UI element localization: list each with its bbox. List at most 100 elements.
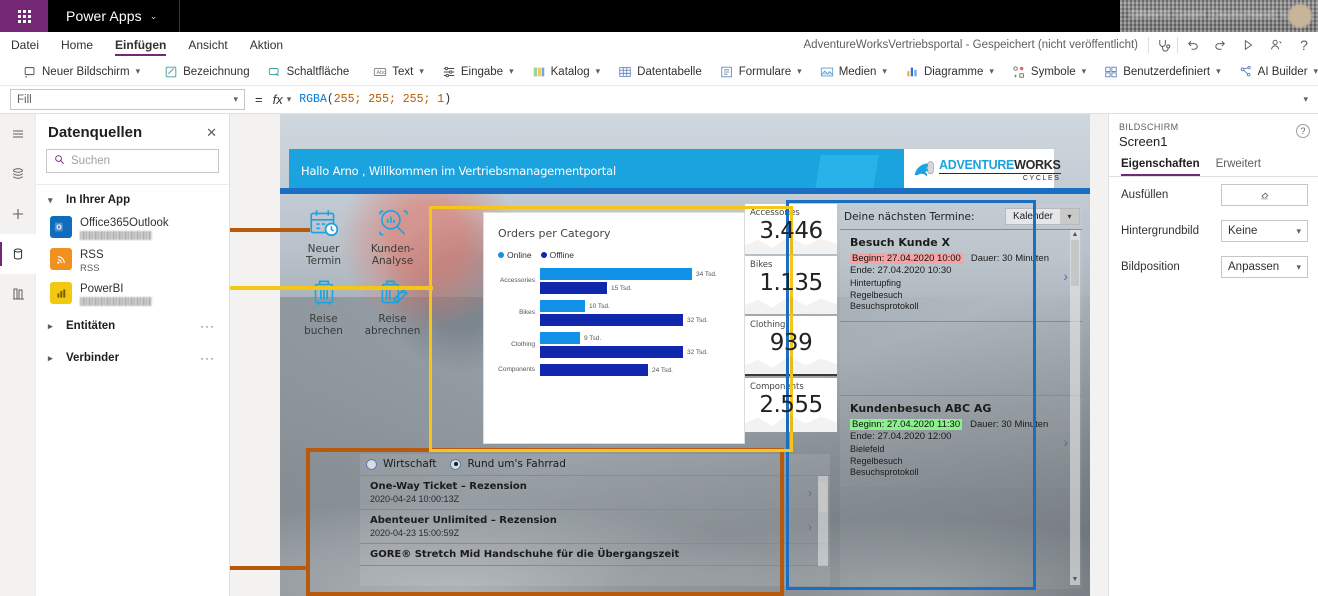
ribbon-medien[interactable]: Medien ▾ bbox=[811, 60, 896, 84]
data-sources-icon[interactable] bbox=[0, 234, 36, 274]
brand-chevron-down-icon[interactable]: ⌄ bbox=[150, 11, 158, 22]
calendar-event-list[interactable]: Besuch Kunde X Beginn: 27.04.2020 10:00 … bbox=[840, 229, 1082, 585]
share-user-icon[interactable] bbox=[1262, 32, 1290, 58]
scroll-up-icon[interactable]: ▲ bbox=[1070, 230, 1080, 240]
redo-icon[interactable] bbox=[1206, 32, 1234, 58]
chevron-down-icon[interactable]: ▾ bbox=[509, 66, 514, 77]
radio-wirtschaft[interactable]: Wirtschaft bbox=[366, 458, 436, 470]
undo-icon[interactable] bbox=[1178, 32, 1206, 58]
play-icon[interactable] bbox=[1234, 32, 1262, 58]
overflow-menu-icon[interactable]: ··· bbox=[200, 319, 215, 333]
calendar-scrollbar[interactable]: ▲ ▼ bbox=[1070, 230, 1080, 585]
chevron-right-icon[interactable]: › bbox=[808, 520, 812, 534]
ribbon-ai-builder[interactable]: AI Builder ▾ bbox=[1230, 60, 1318, 84]
media-library-icon[interactable] bbox=[0, 274, 36, 314]
color-swatch-icon[interactable] bbox=[1221, 184, 1308, 206]
scrollbar-thumb[interactable] bbox=[1071, 240, 1079, 286]
tree-view-icon[interactable] bbox=[0, 154, 36, 194]
tile-reise-abrechnen[interactable]: Reise abrechnen bbox=[358, 270, 427, 340]
insert-plus-icon[interactable] bbox=[0, 194, 36, 234]
kpi-card-bikes[interactable]: Bikes 1.135 bbox=[745, 256, 837, 314]
ribbon-formulare[interactable]: Formulare ▾ bbox=[711, 60, 811, 84]
chevron-down-icon[interactable]: ▾ bbox=[1296, 262, 1301, 273]
ribbon-diagramme[interactable]: Diagramme ▾ bbox=[896, 60, 1003, 84]
background-image-select[interactable]: Keine ▾ bbox=[1221, 220, 1308, 242]
chevron-down-icon[interactable]: ▾ bbox=[1216, 66, 1221, 77]
ribbon-symbole[interactable]: Symbole ▾ bbox=[1003, 60, 1095, 84]
menu-item-aktion[interactable]: Aktion bbox=[239, 32, 294, 58]
radio-rund-ums-fahrrad[interactable]: Rund um's Fahrrad bbox=[450, 458, 566, 470]
menu-item-ansicht[interactable]: Ansicht bbox=[177, 32, 238, 58]
formula-input[interactable]: RGBA(255; 255; 255; 1) bbox=[299, 89, 1297, 110]
menu-item-datei[interactable]: Datei bbox=[0, 32, 50, 58]
chevron-down-icon[interactable]: ▾ bbox=[882, 66, 887, 77]
ribbon-bezeichnung[interactable]: Bezeichnung bbox=[155, 60, 259, 84]
data-source-powerbi[interactable]: PowerBI bbox=[36, 278, 229, 310]
chevron-down-icon[interactable]: ▾ bbox=[136, 66, 141, 77]
orders-per-category-chart[interactable]: Orders per Category Online Offline Acces… bbox=[483, 212, 745, 444]
tab-eigenschaften[interactable]: Eigenschaften bbox=[1121, 158, 1200, 176]
data-source-rss[interactable]: RSS RSS bbox=[36, 244, 229, 278]
tile-neuer-termin[interactable]: Neuer Termin bbox=[289, 200, 358, 270]
chevron-right-icon[interactable]: › bbox=[808, 486, 812, 500]
data-source-office365outlook[interactable]: O Office365Outlook bbox=[36, 212, 229, 244]
ribbon-datentabelle[interactable]: Datentabelle bbox=[609, 60, 711, 84]
avatar[interactable] bbox=[1288, 4, 1312, 28]
search-input[interactable]: Suchen bbox=[46, 149, 219, 173]
app-launcher-icon[interactable] bbox=[0, 0, 48, 32]
help-icon[interactable]: ? bbox=[1290, 32, 1318, 58]
tile-reise-buchen[interactable]: Reise buchen bbox=[289, 270, 358, 340]
ribbon-schaltflaeche[interactable]: Schaltfläche bbox=[259, 60, 359, 84]
kpi-card-clothing[interactable]: Clothing 939 bbox=[745, 316, 837, 376]
data-group-in-your-app[interactable]: ▾ In Ihrer App bbox=[36, 185, 229, 212]
menu-item-einfuegen[interactable]: Einfügen bbox=[104, 32, 177, 58]
chevron-down-icon[interactable]: ▾ bbox=[287, 94, 292, 105]
chevron-down-icon[interactable]: ▾ bbox=[989, 66, 994, 77]
ribbon-katalog[interactable]: Katalog ▾ bbox=[523, 60, 610, 84]
data-group-verbinder[interactable]: ▸ Verbinder ··· bbox=[36, 342, 229, 374]
image-position-select[interactable]: Anpassen ▾ bbox=[1221, 256, 1308, 278]
news-item[interactable]: GORE® Stretch Mid Handschuhe für die Übe… bbox=[360, 544, 830, 566]
scroll-down-icon[interactable]: ▼ bbox=[1070, 575, 1080, 585]
chevron-down-icon[interactable]: ▾ bbox=[233, 94, 238, 105]
ribbon-eingabe[interactable]: Eingabe ▾ bbox=[433, 60, 523, 84]
ribbon-text[interactable]: Abc Text ▾ bbox=[364, 60, 433, 84]
chevron-down-icon[interactable]: ▾ bbox=[596, 66, 601, 77]
hamburger-menu-icon[interactable] bbox=[0, 114, 36, 154]
tile-kunden-analyse[interactable]: Kunden- Analyse bbox=[358, 200, 427, 270]
property-select[interactable]: Fill ▾ bbox=[10, 89, 245, 110]
chevron-down-icon[interactable]: ▾ bbox=[1296, 226, 1301, 237]
chevron-down-icon[interactable]: ▾ bbox=[1060, 209, 1079, 224]
help-circle-icon[interactable]: ? bbox=[1296, 124, 1310, 138]
menu-item-home[interactable]: Home bbox=[50, 32, 104, 58]
calendar-select[interactable]: Kalender ▾ bbox=[1004, 208, 1080, 225]
close-icon[interactable]: ✕ bbox=[206, 126, 217, 139]
fx-button[interactable]: fx ▾ bbox=[273, 92, 300, 107]
chevron-down-icon[interactable]: ▾ bbox=[419, 66, 424, 77]
kpi-card-components[interactable]: Components 2.555 bbox=[745, 378, 837, 432]
news-item[interactable]: Abenteuer Unlimited – Rezension 2020-04-… bbox=[360, 510, 830, 544]
calendar-event-item[interactable]: Besuch Kunde X Beginn: 27.04.2020 10:00 … bbox=[840, 230, 1082, 323]
chevron-right-icon[interactable]: › bbox=[1063, 268, 1068, 284]
kpi-label: Clothing bbox=[750, 320, 786, 330]
news-scrollbar[interactable] bbox=[818, 476, 828, 566]
user-account-block[interactable]: GRAVIS GmbH (Deutschland) Ic... bbox=[1120, 0, 1318, 32]
chevron-down-icon[interactable]: ▾ bbox=[1082, 66, 1087, 77]
news-item[interactable]: One-Way Ticket – Rezension 2020-04-24 10… bbox=[360, 476, 830, 510]
news-item-list[interactable]: One-Way Ticket – Rezension 2020-04-24 10… bbox=[360, 475, 830, 566]
chevron-right-icon[interactable]: › bbox=[1063, 434, 1068, 450]
chevron-down-icon[interactable]: ▾ bbox=[1314, 66, 1318, 77]
app-screen-canvas[interactable]: Hallo Arno , Willkommen im Vertriebsmana… bbox=[280, 114, 1090, 596]
ribbon-benutzerdefiniert[interactable]: Benutzerdefiniert ▾ bbox=[1095, 60, 1229, 84]
stethoscope-icon[interactable] bbox=[1149, 32, 1177, 58]
properties-header: BILDSCHIRM Screen1 ? bbox=[1109, 114, 1318, 149]
data-group-entitaeten[interactable]: ▸ Entitäten ··· bbox=[36, 310, 229, 342]
chevron-down-icon[interactable]: ▾ bbox=[797, 66, 802, 77]
scrollbar-thumb[interactable] bbox=[819, 482, 827, 512]
formula-expand-chevron-icon[interactable]: ▾ bbox=[1303, 94, 1308, 105]
calendar-event-item[interactable]: Kundenbesuch ABC AG Beginn: 27.04.2020 1… bbox=[840, 396, 1082, 489]
tab-erweitert[interactable]: Erweitert bbox=[1216, 158, 1261, 176]
overflow-menu-icon[interactable]: ··· bbox=[200, 351, 215, 365]
kpi-card-accessories[interactable]: Accessories 3.446 bbox=[745, 204, 837, 254]
ribbon-new-screen[interactable]: Neuer Bildschirm ▾ bbox=[14, 60, 149, 84]
